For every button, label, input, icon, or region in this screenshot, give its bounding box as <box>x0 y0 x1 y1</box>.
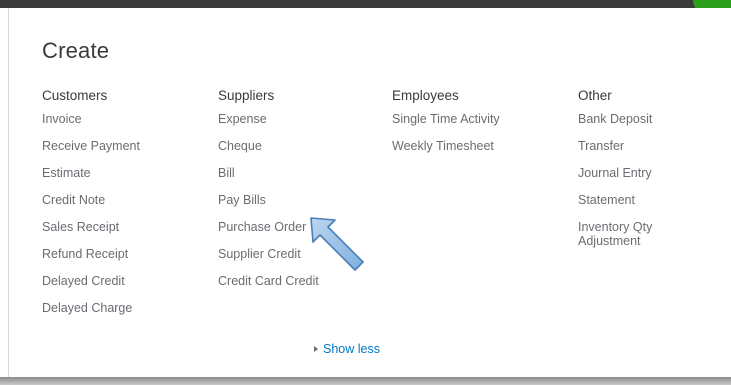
bottom-bar <box>0 377 731 385</box>
menu-item-supplier-credit[interactable]: Supplier Credit <box>218 247 319 261</box>
column-heading-customers: Customers <box>42 88 108 103</box>
create-menu-screen: Create Customers Invoice Receive Payment… <box>0 0 731 385</box>
panel-title: Create <box>42 38 110 63</box>
menu-item-expense[interactable]: Expense <box>218 112 319 126</box>
menu-item-delayed-credit[interactable]: Delayed Credit <box>42 274 140 288</box>
menu-item-inventory-qty-adjustment[interactable]: Inventory Qty Adjustment <box>578 220 688 248</box>
show-less-link[interactable]: Show less <box>314 342 380 356</box>
column-customers: Customers Invoice Receive Payment Estima… <box>42 86 140 328</box>
menu-item-receive-payment[interactable]: Receive Payment <box>42 139 140 153</box>
column-heading-employees: Employees <box>392 88 459 103</box>
top-bar <box>0 0 731 8</box>
menu-item-sales-receipt[interactable]: Sales Receipt <box>42 220 140 234</box>
menu-item-credit-note[interactable]: Credit Note <box>42 193 140 207</box>
menu-item-weekly-timesheet[interactable]: Weekly Timesheet <box>392 139 500 153</box>
menu-item-bill[interactable]: Bill <box>218 166 319 180</box>
menu-item-bank-deposit[interactable]: Bank Deposit <box>578 112 688 126</box>
menu-item-delayed-charge[interactable]: Delayed Charge <box>42 301 140 315</box>
menu-item-statement[interactable]: Statement <box>578 193 688 207</box>
menu-item-invoice[interactable]: Invoice <box>42 112 140 126</box>
menu-item-estimate[interactable]: Estimate <box>42 166 140 180</box>
menu-item-purchase-order[interactable]: Purchase Order <box>218 220 319 234</box>
menu-item-journal-entry[interactable]: Journal Entry <box>578 166 688 180</box>
menu-item-pay-bills[interactable]: Pay Bills <box>218 193 319 207</box>
pointer-arrow-icon <box>310 217 364 271</box>
column-employees: Employees Single Time Activity Weekly Ti… <box>392 86 500 166</box>
caret-right-icon <box>314 346 318 352</box>
show-less-label: Show less <box>323 342 380 356</box>
column-other: Other Bank Deposit Transfer Journal Entr… <box>578 86 688 261</box>
menu-item-credit-card-credit[interactable]: Credit Card Credit <box>218 274 319 288</box>
menu-item-single-time-activity[interactable]: Single Time Activity <box>392 112 500 126</box>
menu-item-transfer[interactable]: Transfer <box>578 139 688 153</box>
column-heading-suppliers: Suppliers <box>218 88 275 103</box>
column-suppliers: Suppliers Expense Cheque Bill Pay Bills … <box>218 86 319 301</box>
column-heading-other: Other <box>578 88 612 103</box>
menu-item-cheque[interactable]: Cheque <box>218 139 319 153</box>
menu-item-refund-receipt[interactable]: Refund Receipt <box>42 247 140 261</box>
create-panel: Create Customers Invoice Receive Payment… <box>8 8 731 377</box>
